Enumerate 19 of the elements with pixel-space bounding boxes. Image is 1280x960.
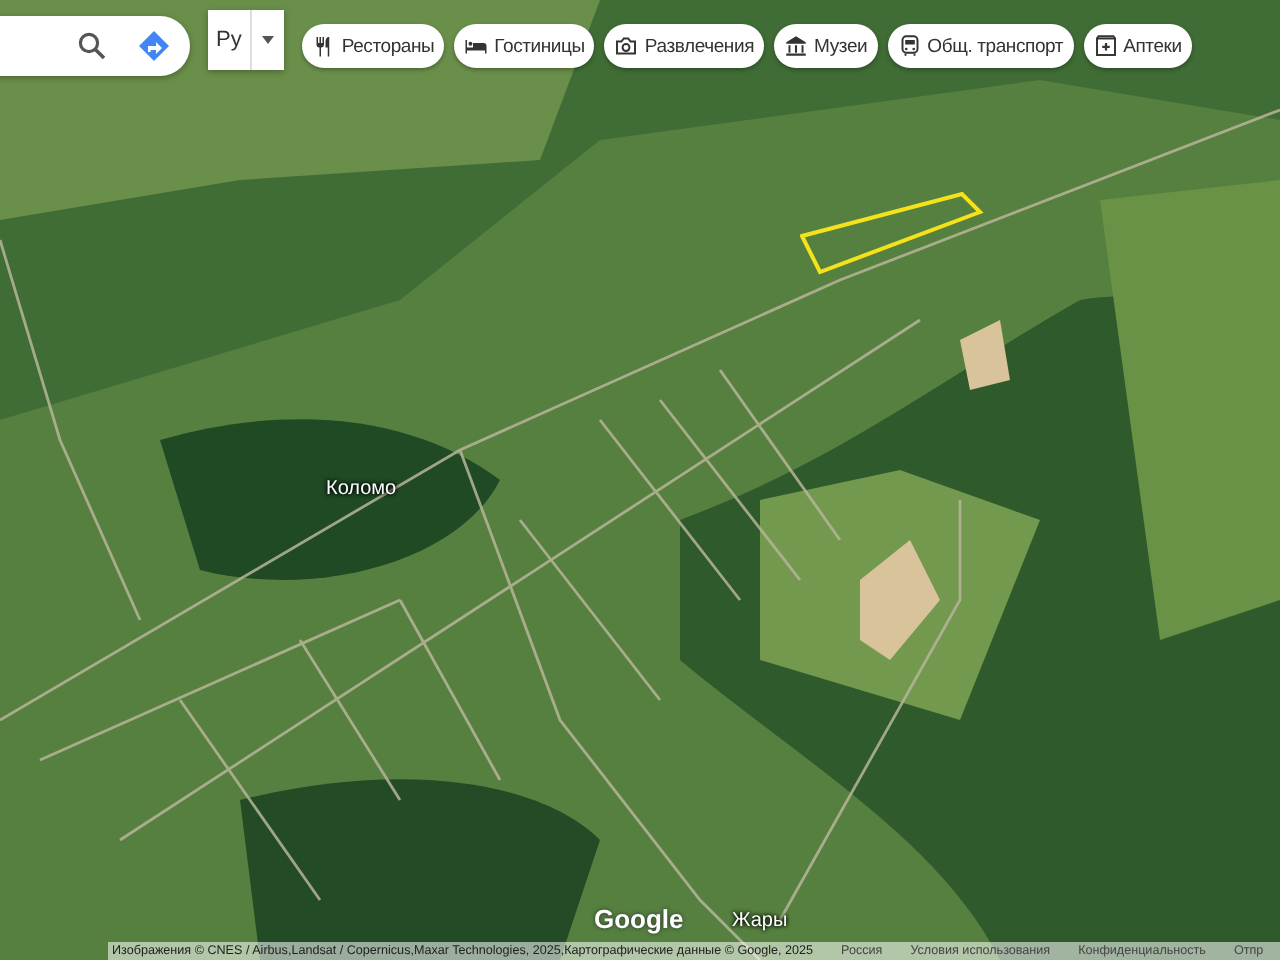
category-chip[interactable]: Развлечения xyxy=(604,24,765,68)
camera-icon xyxy=(614,34,639,58)
language-dropdown[interactable]: Ру xyxy=(208,10,284,70)
search-icon[interactable] xyxy=(78,32,106,60)
category-chip[interactable]: Музеи xyxy=(774,24,878,68)
map-logo: Google xyxy=(594,904,684,934)
cross-icon xyxy=(1093,34,1118,58)
category-chip[interactable]: Общ. транспорт xyxy=(887,24,1074,68)
bed-icon xyxy=(464,34,489,58)
directions-icon[interactable] xyxy=(138,30,170,62)
building-icon xyxy=(784,34,809,58)
category-chip[interactable]: Аптеки xyxy=(1083,24,1192,68)
place-label: Коломо xyxy=(326,478,397,500)
place-label: Жары xyxy=(732,910,788,932)
category-chip[interactable]: Гостиницы xyxy=(454,24,595,68)
caret-icon xyxy=(261,36,274,44)
search-bar[interactable] xyxy=(0,16,190,76)
bus-icon xyxy=(897,34,922,58)
category-chip[interactable]: Рестораны xyxy=(301,24,445,68)
